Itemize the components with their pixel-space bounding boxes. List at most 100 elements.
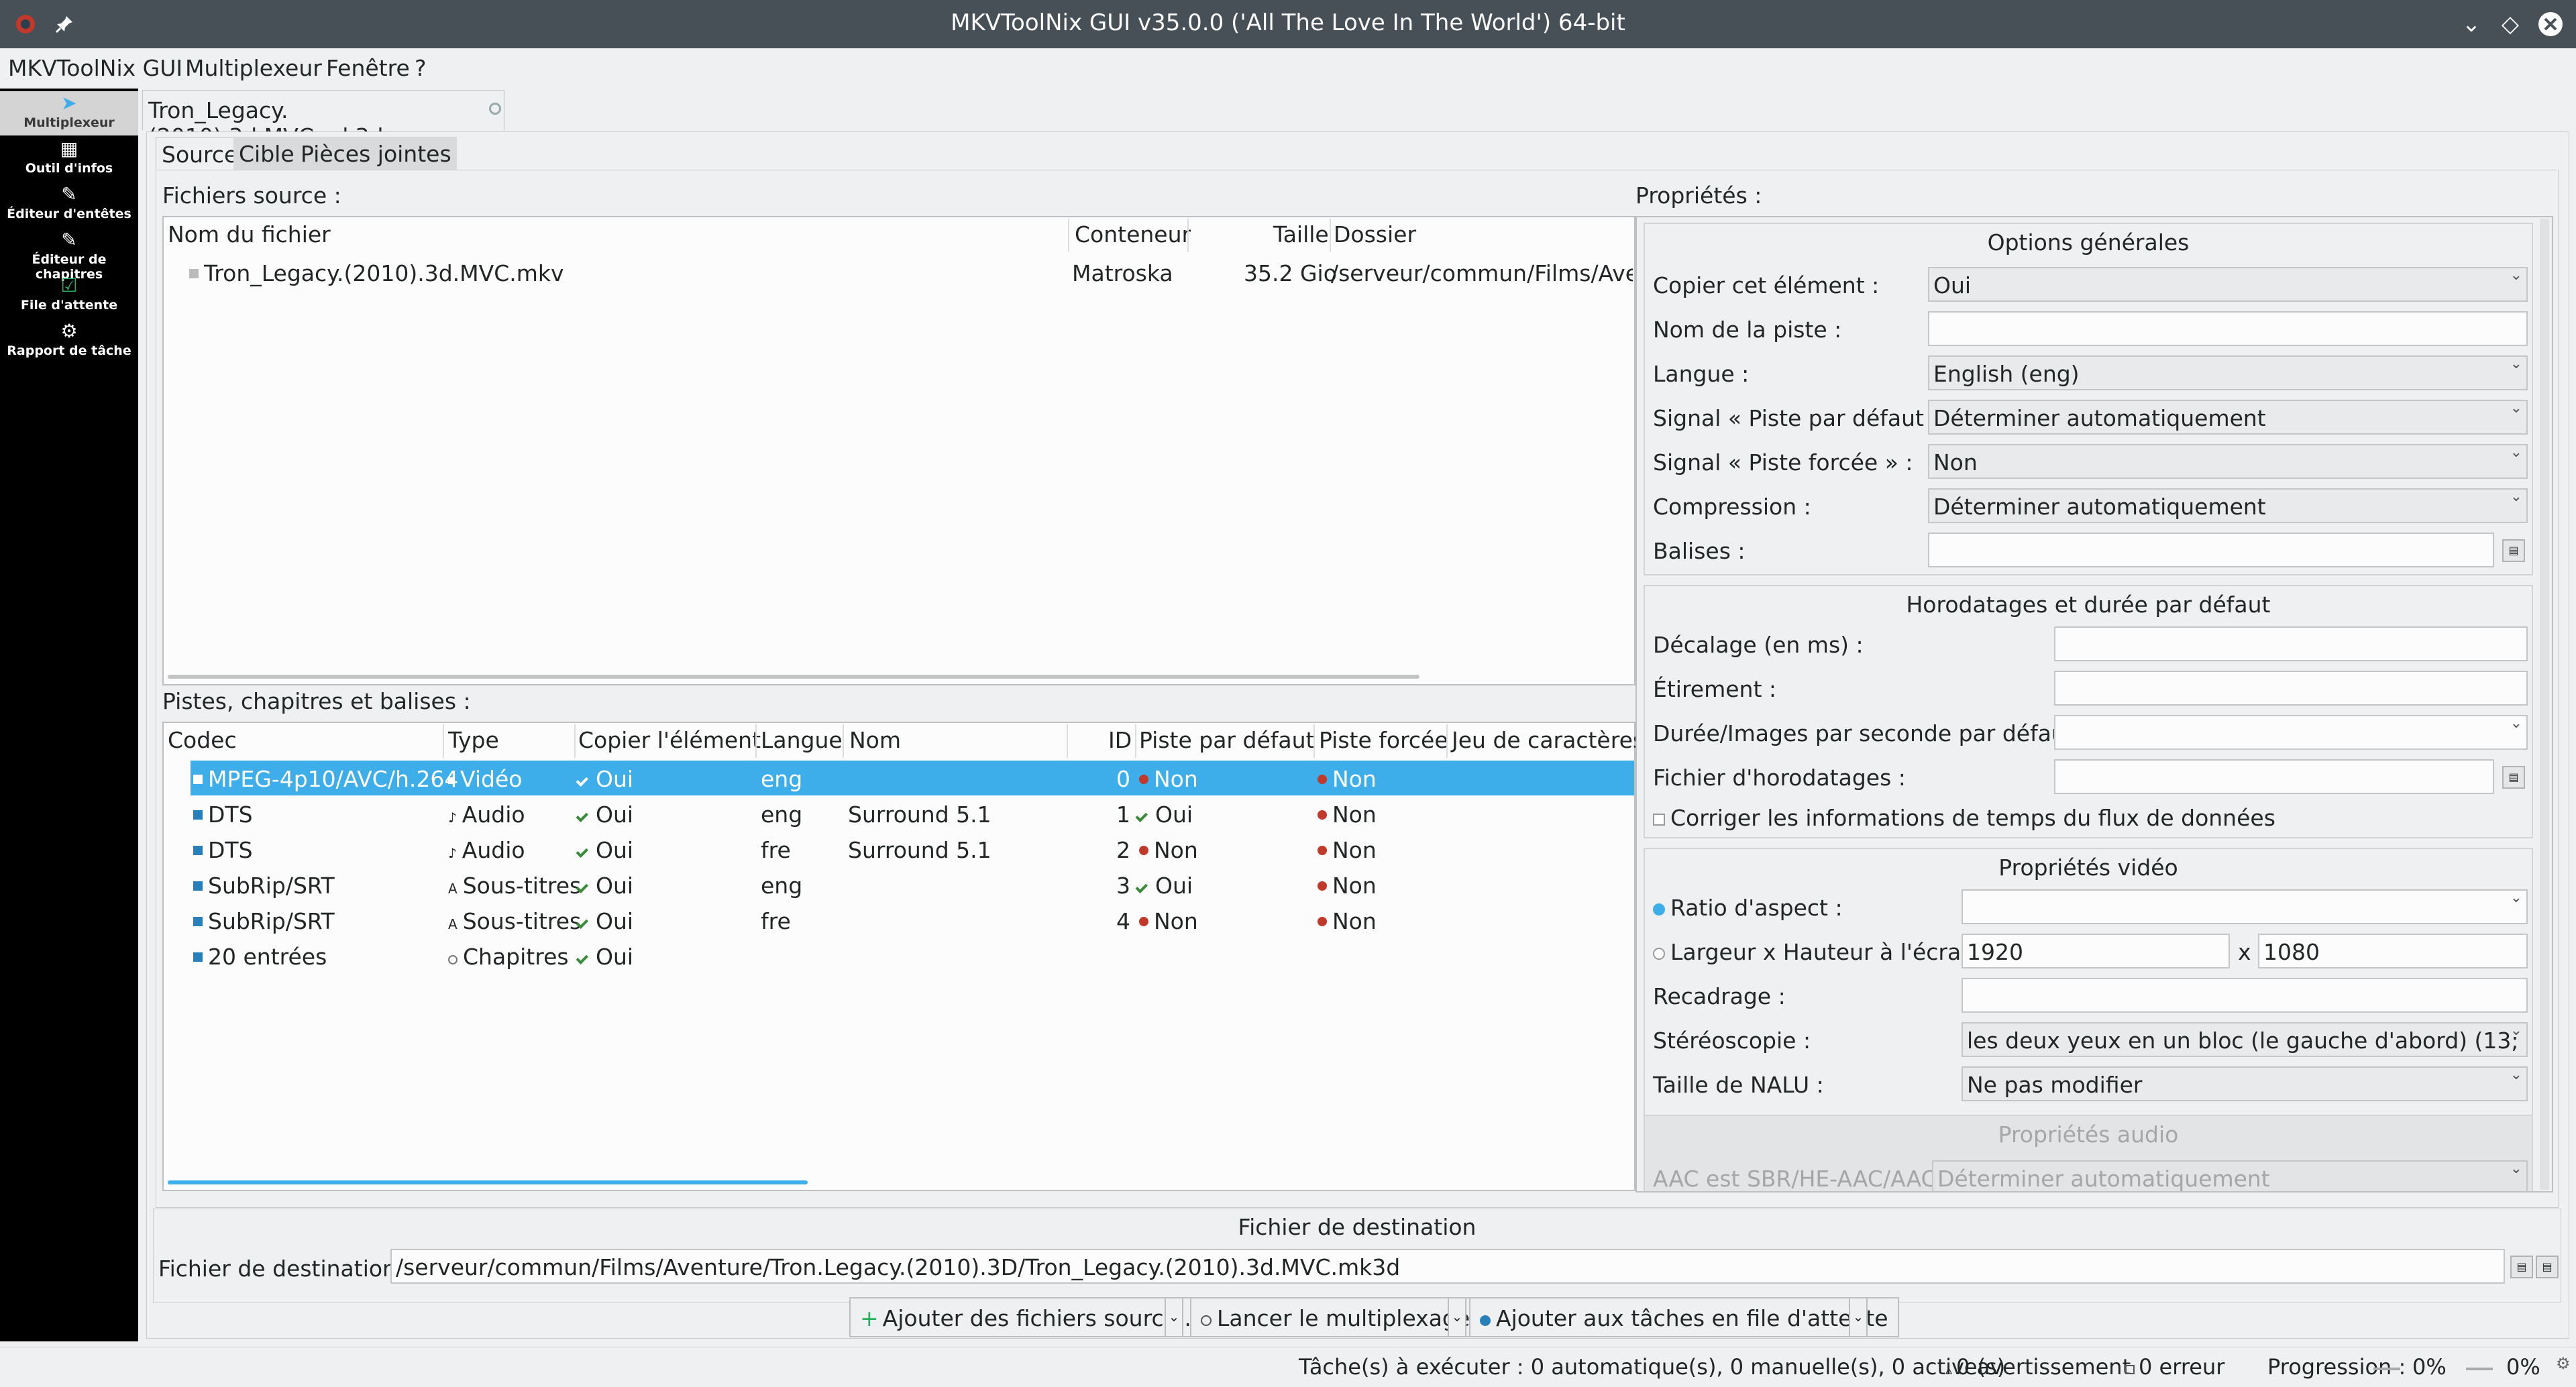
error-icon bbox=[2125, 1365, 2135, 1374]
close-tab-icon[interactable] bbox=[489, 103, 501, 115]
table-row[interactable]: SubRip/SRT A Sous-titres Oui fre 4 Non No… bbox=[191, 903, 1634, 938]
checkbox-icon[interactable] bbox=[1653, 814, 1665, 826]
sidebar-item-chapter-editor[interactable]: ✎ Éditeur de chapitres bbox=[0, 228, 138, 282]
menu-multiplexeur[interactable]: Multiplexeur bbox=[185, 55, 322, 81]
audio-icon: ♪ bbox=[448, 845, 457, 861]
menu-help[interactable]: ? bbox=[415, 55, 427, 81]
stretch-input[interactable] bbox=[2054, 671, 2528, 706]
track-type: Chapitres bbox=[463, 944, 569, 970]
col-forced-track[interactable]: Piste forcée bbox=[1319, 727, 1448, 753]
table-row[interactable]: MPEG-4p10/AVC/h.264 Vidéo Oui eng 0 Non … bbox=[191, 761, 1634, 795]
display-size-radio[interactable]: Largeur x Hauteur à l'écran : bbox=[1653, 939, 1990, 965]
warnings-status[interactable]: ▵ 0 avertissement bbox=[1945, 1354, 2131, 1380]
col-folder[interactable]: Dossier bbox=[1334, 221, 1416, 247]
horizontal-scrollbar[interactable] bbox=[168, 675, 1419, 679]
aac-select[interactable]: Déterminer automatiquement bbox=[1932, 1160, 2528, 1191]
nalu-select[interactable]: Ne pas modifier bbox=[1962, 1066, 2528, 1101]
delay-input[interactable] bbox=[2054, 626, 2528, 661]
default-duration-select[interactable] bbox=[2054, 715, 2528, 750]
table-row[interactable]: 20 entrées Chapitres Oui bbox=[191, 938, 1634, 973]
add-source-files-dropdown[interactable]: ⌄ bbox=[1165, 1297, 1183, 1337]
display-height-input[interactable]: 1080 bbox=[2258, 934, 2528, 968]
maximize-icon[interactable]: ◇ bbox=[2494, 8, 2526, 40]
aspect-ratio-select[interactable] bbox=[1962, 889, 2528, 924]
col-separator bbox=[1068, 219, 1069, 252]
add-to-queue-button[interactable]: Ajouter aux tâches en file d'attente bbox=[1469, 1297, 1899, 1337]
track-copy: Oui bbox=[596, 908, 634, 934]
col-copy[interactable]: Copier l'élément bbox=[578, 727, 761, 753]
col-charset[interactable]: Jeu de caractères bbox=[1452, 727, 1644, 753]
sidebar-item-info[interactable]: ▦ Outil d'infos bbox=[0, 137, 138, 181]
col-language[interactable]: Langue bbox=[761, 727, 843, 753]
sidebar-item-label: Rapport de tâche bbox=[7, 343, 131, 358]
track-id: 3 bbox=[1116, 873, 1130, 899]
minimize-icon[interactable]: ⌄ bbox=[2455, 8, 2487, 40]
add-to-queue-dropdown[interactable]: ⌄ bbox=[1849, 1297, 1868, 1337]
close-icon[interactable] bbox=[2534, 8, 2567, 40]
sidebar-item-multiplexeur[interactable]: ➤ Multiplexeur bbox=[0, 91, 138, 135]
source-files-label: Fichiers source : bbox=[162, 182, 341, 209]
radio-icon[interactable] bbox=[1653, 903, 1665, 916]
radio-icon[interactable] bbox=[1653, 948, 1665, 960]
display-width-input[interactable]: 1920 bbox=[1962, 934, 2230, 968]
col-name[interactable]: Nom bbox=[849, 727, 901, 753]
track-codec: SubRip/SRT bbox=[208, 908, 335, 934]
start-multiplexing-button[interactable]: Lancer le multiplexage bbox=[1190, 1297, 1481, 1337]
language-select[interactable]: English (eng) bbox=[1928, 355, 2528, 390]
track-codec: DTS bbox=[208, 801, 253, 828]
aspect-ratio-radio[interactable]: Ratio d'aspect : bbox=[1653, 895, 1843, 921]
tab-cible[interactable]: Cible bbox=[233, 137, 300, 170]
track-default: Oui bbox=[1155, 873, 1193, 899]
stretch-label: Étirement : bbox=[1653, 676, 1777, 702]
tab-attachments[interactable]: Pièces jointes bbox=[295, 137, 457, 170]
default-flag-select[interactable]: Déterminer automatiquement bbox=[1928, 400, 2528, 435]
col-type[interactable]: Type bbox=[448, 727, 499, 753]
col-size[interactable]: Taille bbox=[1273, 221, 1329, 247]
col-id[interactable]: ID bbox=[1108, 727, 1132, 753]
col-filename[interactable]: Nom du fichier bbox=[168, 221, 331, 247]
vertical-scrollbar[interactable] bbox=[2540, 219, 2549, 1190]
add-source-files-button[interactable]: + Ajouter des fichiers source... bbox=[849, 1297, 1210, 1337]
browse-tags-icon[interactable]: ▤ bbox=[2502, 539, 2525, 562]
tracks-label: Pistes, chapitres et balises : bbox=[162, 688, 471, 714]
start-multiplexing-dropdown[interactable]: ⌄ bbox=[1448, 1297, 1466, 1337]
tags-input[interactable] bbox=[1928, 533, 2494, 567]
properties-panel: Options générales Copier cet élément : O… bbox=[1635, 216, 2553, 1192]
crop-input[interactable] bbox=[1962, 978, 2528, 1013]
browse-timestamps-icon[interactable]: ▤ bbox=[2502, 766, 2525, 789]
col-container[interactable]: Conteneur bbox=[1075, 221, 1191, 247]
track-copy: Oui bbox=[596, 801, 634, 828]
destination-title: Fichier de destination bbox=[1238, 1214, 1477, 1240]
document-tab[interactable]: Tron_Legacy.(2010).3d.MVC.mk3d bbox=[142, 90, 504, 150]
table-row[interactable]: SubRip/SRT A Sous-titres Oui eng 3 Oui No… bbox=[191, 867, 1634, 902]
forced-flag-select[interactable]: Non bbox=[1928, 444, 2528, 479]
stereo-select[interactable]: les deux yeux en un bloc (le gauche d'ab… bbox=[1962, 1022, 2528, 1057]
destination-label: Fichier de destination : bbox=[158, 1256, 411, 1282]
info-icon: ▦ bbox=[60, 137, 78, 160]
menu-fenetre[interactable]: Fenêtre bbox=[326, 55, 410, 81]
horizontal-scrollbar[interactable] bbox=[168, 1180, 808, 1184]
sidebar-item-header-editor[interactable]: ✎ Éditeur d'entêtes bbox=[0, 182, 138, 227]
timestamps-file-input[interactable] bbox=[2054, 759, 2494, 794]
col-codec[interactable]: Codec bbox=[168, 727, 237, 753]
fix-timing-checkbox[interactable]: Corriger les informations de temps du fl… bbox=[1653, 805, 2275, 831]
table-row[interactable]: Tron_Legacy.(2010).3d.MVC.mkv Matroska 3… bbox=[164, 255, 1633, 290]
sidebar-item-job-log[interactable]: ⚙ Rapport de tâche bbox=[0, 319, 138, 364]
table-row[interactable]: DTS ♪ Audio Oui eng Surround 5.1 1 Oui No… bbox=[191, 796, 1634, 831]
col-default-track[interactable]: Piste par défaut bbox=[1139, 727, 1314, 753]
col-separator bbox=[1067, 724, 1068, 758]
save-as-icon[interactable]: ▤ bbox=[2510, 1256, 2533, 1278]
track-default: Non bbox=[1154, 908, 1198, 934]
errors-status[interactable]: 0 erreur bbox=[2125, 1354, 2224, 1380]
check-icon bbox=[576, 845, 588, 858]
recent-destinations-icon[interactable]: ▤ bbox=[2536, 1256, 2559, 1278]
tab-source[interactable]: Source bbox=[156, 137, 244, 170]
menu-mkvtoolnix[interactable]: MKVToolNix GUI bbox=[8, 55, 182, 81]
copy-select[interactable]: Oui bbox=[1928, 267, 2528, 302]
no-icon bbox=[1139, 846, 1148, 855]
trackname-input[interactable] bbox=[1928, 311, 2528, 346]
destination-input[interactable]: /serveur/commun/Films/Aventure/Tron.Lega… bbox=[390, 1249, 2505, 1284]
table-row[interactable]: DTS ♪ Audio Oui fre Surround 5.1 2 Non No… bbox=[191, 832, 1634, 867]
sidebar-item-queue[interactable]: ☑ File d'attente bbox=[0, 274, 138, 318]
compression-select[interactable]: Déterminer automatiquement bbox=[1928, 488, 2528, 523]
